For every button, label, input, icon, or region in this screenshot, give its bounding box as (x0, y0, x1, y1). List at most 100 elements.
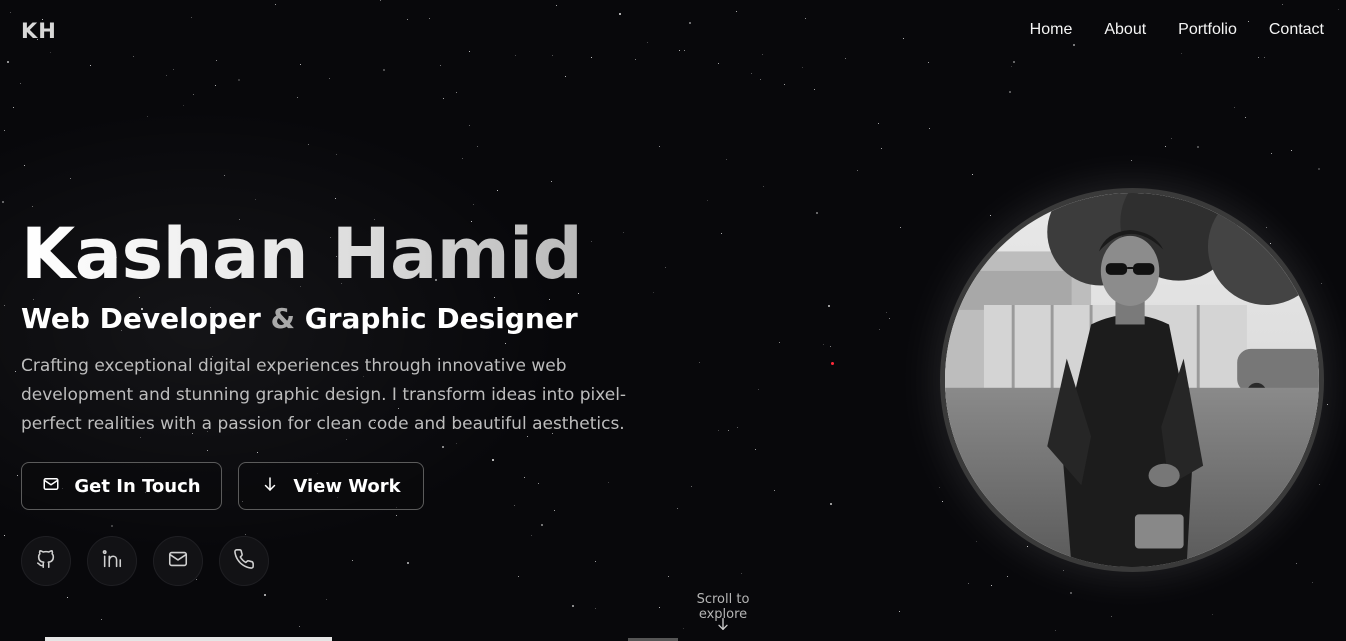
star-dot (2, 200, 5, 203)
star-dot (496, 190, 498, 191)
star-dot (1233, 106, 1235, 108)
profile-photo (940, 188, 1324, 572)
hero-description: Crafting exceptional digital experiences… (21, 356, 627, 434)
role-ampersand: & (270, 302, 295, 335)
star-dot (524, 477, 526, 479)
star-dot (538, 482, 540, 484)
star-dot (191, 16, 192, 18)
star-dot (814, 88, 816, 90)
star-dot (967, 582, 969, 584)
star-dot (12, 107, 14, 109)
phone-link[interactable] (219, 536, 269, 586)
star-dot (619, 12, 622, 15)
star-dot (1013, 60, 1016, 63)
star-dot (623, 231, 625, 233)
email-link[interactable] (153, 536, 203, 586)
star-dot (888, 317, 890, 319)
social-links (21, 536, 269, 586)
star-dot (668, 576, 670, 578)
star-dot (678, 49, 680, 51)
star-dot (24, 164, 26, 166)
star-dot (472, 204, 474, 206)
star-dot (299, 626, 301, 628)
star-dot (690, 485, 692, 487)
star-dot (763, 185, 765, 187)
star-dot (139, 297, 141, 299)
star-dot (755, 448, 757, 450)
nav-link-contact[interactable]: Contact (1269, 21, 1324, 39)
star-dot (830, 346, 832, 348)
star-dot (469, 124, 471, 126)
star-dot (441, 445, 444, 448)
star-dot (1338, 9, 1340, 10)
star-dot (531, 534, 533, 536)
star-dot (224, 175, 226, 177)
get-in-touch-button[interactable]: Get In Touch (21, 462, 222, 510)
github-icon (35, 548, 57, 574)
star-dot (19, 82, 21, 84)
role-web-developer: Web Developer (21, 302, 261, 335)
linkedin-link[interactable] (87, 536, 137, 586)
star-dot (328, 77, 330, 79)
star-dot (540, 523, 543, 526)
arrow-down-icon (261, 475, 279, 498)
star-dot (1258, 56, 1260, 58)
star-dot (476, 146, 478, 148)
star-dot (514, 55, 516, 57)
bottom-highlight-bar (45, 637, 332, 641)
star-dot (1291, 149, 1293, 151)
star-dot (326, 598, 328, 600)
star-dot (737, 427, 739, 429)
nav-link-about[interactable]: About (1104, 21, 1146, 39)
star-dot (297, 97, 299, 99)
star-dot (513, 504, 515, 506)
star-dot (192, 93, 194, 95)
star-dot (1111, 615, 1113, 617)
star-dot (6, 60, 9, 63)
star-dot (900, 227, 902, 229)
star-dot (206, 449, 208, 451)
star-dot (492, 458, 495, 461)
linkedin-icon (101, 548, 123, 574)
star-dot (759, 78, 761, 80)
star-dot (971, 174, 973, 175)
star-dot (1007, 576, 1009, 578)
star-dot (1171, 137, 1173, 139)
star-dot (1073, 43, 1076, 46)
nav-link-portfolio[interactable]: Portfolio (1178, 21, 1237, 39)
star-dot (442, 97, 444, 99)
view-work-button[interactable]: View Work (238, 462, 424, 510)
star-dot (554, 509, 556, 511)
star-dot (455, 91, 457, 93)
nav-link-home[interactable]: Home (1030, 21, 1073, 39)
star-dot (214, 84, 216, 86)
star-dot (594, 561, 596, 563)
get-in-touch-label: Get In Touch (74, 475, 201, 497)
star-dot (17, 474, 19, 476)
star-dot (1009, 91, 1012, 94)
star-dot (275, 4, 277, 6)
star-dot (823, 343, 825, 345)
star-dot (827, 305, 830, 308)
star-dot (707, 200, 709, 202)
star-dot (4, 304, 6, 306)
star-dot (564, 76, 566, 78)
star-dot (461, 157, 463, 159)
scroll-down-icon[interactable] (715, 616, 731, 632)
star-dot (689, 22, 692, 25)
star-dot (1197, 145, 1200, 148)
star-dot (903, 38, 904, 40)
star-dot (682, 628, 684, 630)
site-logo[interactable]: KH (21, 19, 57, 43)
star-dot (3, 535, 5, 537)
star-dot (699, 362, 701, 364)
star-dot (1271, 152, 1273, 154)
star-dot (741, 572, 743, 574)
star-dot (879, 329, 881, 331)
star-dot (1281, 4, 1283, 6)
accent-dot (831, 362, 834, 365)
star-dot (395, 515, 397, 517)
star-dot (238, 79, 241, 82)
github-link[interactable] (21, 536, 71, 586)
star-dot (647, 42, 649, 44)
